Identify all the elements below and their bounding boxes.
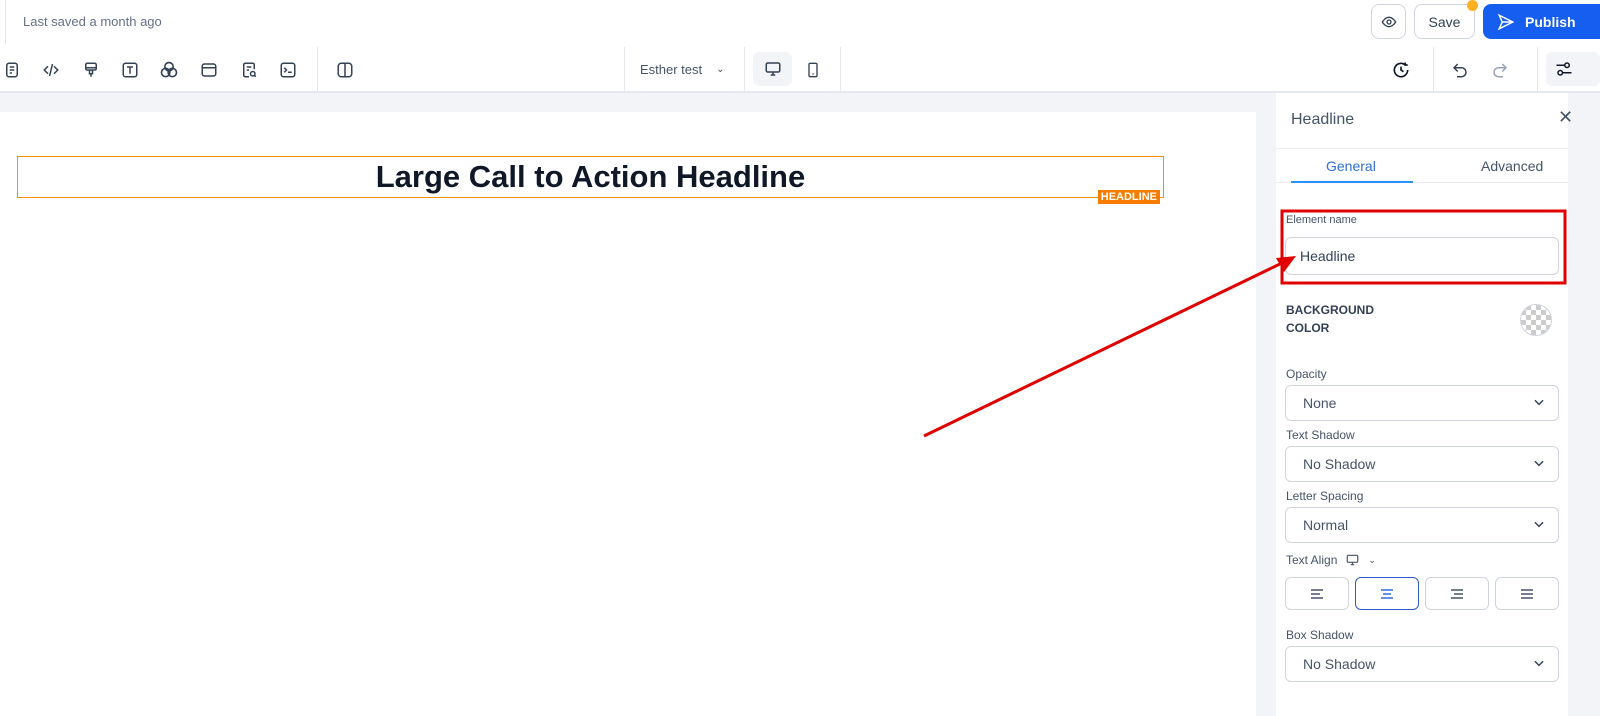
page-selector-value: Esther test — [640, 62, 703, 77]
chevron-down-icon[interactable]: ⌄ — [1368, 555, 1376, 566]
align-left-button[interactable] — [1285, 577, 1349, 610]
divider — [840, 47, 841, 91]
page-icon[interactable] — [1, 59, 23, 81]
opacity-value: None — [1303, 395, 1337, 411]
color-circles-icon[interactable] — [158, 59, 180, 81]
letter-spacing-label: Letter Spacing — [1286, 489, 1364, 503]
align-center-button[interactable] — [1355, 577, 1419, 610]
divider — [5, 0, 6, 44]
box-shadow-select[interactable]: No Shadow — [1285, 646, 1559, 682]
mobile-icon — [808, 62, 818, 78]
bg-label-line1: BACKGROUND — [1286, 303, 1374, 317]
chevron-down-icon: ⌄ — [716, 64, 725, 75]
seo-search-icon[interactable] — [238, 59, 260, 81]
text-align-label: Text Align — [1286, 553, 1338, 567]
element-name-value: Headline — [1300, 248, 1356, 264]
editor-toolbar: Esther test ⌄ — [0, 47, 1600, 93]
headline-text[interactable]: Large Call to Action Headline — [376, 159, 805, 195]
letter-spacing-value: Normal — [1303, 517, 1349, 533]
code-icon[interactable] — [40, 59, 62, 81]
element-name-label: Element name — [1286, 214, 1357, 226]
chevron-down-icon — [1534, 399, 1544, 406]
text-shadow-value: No Shadow — [1303, 456, 1376, 472]
divider — [1433, 47, 1434, 91]
divider — [317, 47, 318, 91]
properties-panel: Headline ✕ General Advanced Element name… — [1276, 93, 1573, 716]
tab-general[interactable]: General — [1326, 158, 1376, 174]
publish-label: Publish — [1525, 13, 1576, 30]
element-name-input[interactable]: Headline — [1285, 237, 1559, 275]
chevron-down-icon — [1534, 660, 1544, 667]
align-right-icon — [1451, 588, 1463, 599]
save-button[interactable]: Save — [1414, 4, 1475, 39]
opacity-label: Opacity — [1286, 367, 1327, 381]
desktop-icon[interactable] — [1345, 553, 1360, 567]
mobile-view-button[interactable] — [802, 59, 824, 81]
divider — [1537, 47, 1538, 91]
publish-button[interactable]: Publish — [1483, 4, 1600, 39]
background-color-swatch[interactable] — [1520, 304, 1552, 336]
unsaved-indicator — [1467, 0, 1478, 11]
bg-label-line2: COLOR — [1286, 321, 1330, 335]
split-view-icon[interactable] — [334, 59, 356, 81]
align-center-icon — [1381, 588, 1393, 599]
align-justify-button[interactable] — [1495, 577, 1559, 610]
align-left-icon — [1311, 588, 1323, 599]
chevron-down-icon — [1534, 521, 1544, 528]
text-shadow-select[interactable]: No Shadow — [1285, 446, 1559, 482]
settings-toggle-button[interactable] — [1546, 52, 1600, 86]
last-saved-status: Last saved a month ago — [23, 14, 162, 29]
preview-button[interactable] — [1371, 4, 1406, 39]
terminal-icon[interactable] — [277, 59, 299, 81]
text-icon[interactable] — [119, 59, 141, 81]
tab-advanced[interactable]: Advanced — [1481, 158, 1543, 174]
layout-icon[interactable] — [198, 59, 220, 81]
align-justify-icon — [1521, 588, 1533, 599]
background-color-label: BACKGROUND COLOR — [1286, 301, 1374, 337]
text-align-header: Text Align ⌄ — [1286, 553, 1376, 567]
eye-icon — [1381, 16, 1396, 27]
letter-spacing-select[interactable]: Normal — [1285, 507, 1559, 543]
top-bar: Last saved a month ago Save Publish — [0, 0, 1600, 47]
close-icon[interactable]: ✕ — [1558, 107, 1573, 128]
chevron-down-icon — [1534, 460, 1544, 467]
element-tag: HEADLINE — [1097, 190, 1160, 204]
text-shadow-label: Text Shadow — [1286, 428, 1355, 442]
divider — [744, 47, 745, 91]
paint-brush-icon[interactable] — [80, 59, 102, 81]
align-right-button[interactable] — [1425, 577, 1489, 610]
page-canvas: Large Call to Action Headline HEADLINE — [0, 112, 1256, 716]
desktop-view-button[interactable] — [753, 52, 792, 86]
send-icon — [1497, 13, 1515, 30]
desktop-icon — [765, 62, 780, 76]
divider — [624, 47, 625, 91]
panel-title: Headline — [1291, 111, 1355, 128]
box-shadow-value: No Shadow — [1303, 656, 1376, 672]
page-selector[interactable]: Esther test ⌄ — [640, 62, 725, 77]
box-shadow-label: Box Shadow — [1286, 628, 1354, 642]
active-tab-indicator — [1291, 181, 1413, 183]
history-icon[interactable] — [1390, 59, 1412, 81]
opacity-select[interactable]: None — [1285, 385, 1559, 421]
redo-icon[interactable] — [1489, 59, 1511, 81]
sliders-icon — [1556, 62, 1572, 76]
panel-tabs: General Advanced — [1276, 148, 1568, 183]
headline-element[interactable]: Large Call to Action Headline HEADLINE — [17, 156, 1164, 204]
undo-icon[interactable] — [1449, 59, 1471, 81]
